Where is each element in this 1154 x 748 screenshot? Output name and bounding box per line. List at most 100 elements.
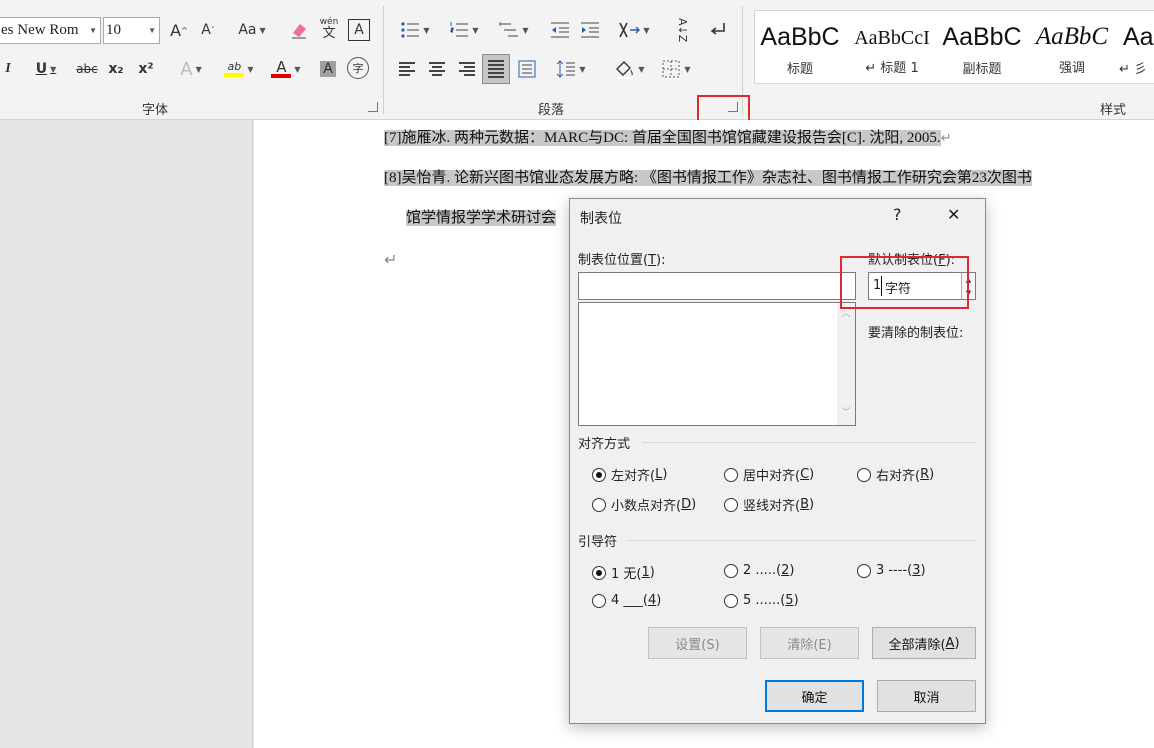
radio-align-center[interactable]: 居中对齐(C) — [724, 465, 814, 484]
style-item-emphasis[interactable]: AaBbC 强调 — [1029, 11, 1115, 83]
paragraph-mark: ↵ — [384, 252, 398, 269]
align-right-button[interactable] — [456, 56, 478, 82]
chevron-down-icon: ▼ — [247, 64, 254, 74]
bullets-button[interactable]: ▼ — [396, 17, 434, 43]
highlight-button[interactable]: ab ▼ — [218, 56, 260, 82]
radio-dot — [857, 563, 871, 578]
chevron-down-icon: ▼ — [643, 25, 650, 35]
chevron-down-icon[interactable]: ▼ — [89, 18, 97, 43]
decrease-indent-button[interactable] — [548, 17, 572, 43]
paint-bucket-icon — [615, 61, 634, 79]
align-center-button[interactable] — [426, 56, 448, 82]
divider — [642, 442, 976, 443]
tab-position-input[interactable] — [578, 272, 856, 300]
line-spacing-icon — [557, 60, 576, 78]
justify-button[interactable] — [482, 54, 510, 84]
radio-leader-underline[interactable]: 4 ___(4) — [592, 593, 661, 608]
underline-button[interactable]: U ▼ — [26, 56, 66, 82]
radio-leader-dots[interactable]: 2 .....(2) — [724, 563, 795, 578]
chevron-down-icon: ▼ — [195, 64, 202, 74]
font-color-bar — [271, 74, 292, 78]
radio-align-bar[interactable]: 竖线对齐(B) — [724, 495, 814, 514]
radio-dot — [724, 467, 738, 482]
multilevel-list-button[interactable]: ▼ — [494, 17, 534, 43]
help-button[interactable]: ? — [893, 205, 902, 224]
subscript-button[interactable]: x₂ — [105, 56, 127, 82]
set-button[interactable]: 设置(S) — [648, 627, 747, 659]
radio-dot — [724, 593, 738, 608]
borders-button[interactable]: ▼ — [656, 56, 696, 82]
radio-leader-dashes[interactable]: 3 ----(3) — [857, 563, 926, 578]
italic-button[interactable]: I — [0, 56, 16, 82]
doc-line-8[interactable]: [8]吴怡青. 论新兴图书馆业态发展方略: 《图书情报工作》杂志社、图书情报工作… — [384, 166, 1032, 187]
close-icon[interactable]: ✕ — [947, 205, 960, 224]
text-effects-button[interactable]: A ▼ — [172, 56, 210, 82]
clear-format-button[interactable] — [287, 17, 311, 43]
outdent-icon — [551, 22, 569, 38]
chevron-down-icon: ▼ — [472, 25, 479, 35]
doc-line-7[interactable]: [7]施雁冰. 两种元数据：MARC与DC: 首届全国图书馆馆藏建设报告会[C]… — [384, 126, 952, 147]
radio-align-decimal[interactable]: 小数点对齐(D) — [592, 495, 696, 514]
font-name-box[interactable]: es New Rom ▼ — [0, 17, 101, 44]
tab-position-label: 制表位位置(T): — [578, 253, 666, 268]
sort-button[interactable]: A↓Z — [670, 17, 694, 43]
strikethrough-button[interactable]: abc — [74, 56, 100, 82]
grow-font-button[interactable]: A ^ — [168, 17, 190, 43]
font-color-button[interactable]: A ▼ — [266, 56, 306, 82]
radio-leader-middle-dots[interactable]: 5 ......(5) — [724, 593, 799, 608]
clear-all-button[interactable]: 全部清除(A) — [872, 627, 976, 659]
align-left-button[interactable] — [396, 56, 418, 82]
chevron-down-icon: ▼ — [684, 64, 691, 74]
chevron-down-icon[interactable]: ﹀ — [837, 405, 855, 418]
chevron-down-icon: ▼ — [579, 64, 586, 74]
paragraph-mark-icon — [710, 23, 725, 35]
font-size-box[interactable]: 10 ▼ — [103, 17, 160, 44]
styles-group-label: 样式 — [1100, 103, 1127, 118]
dialog-title: 制表位 — [580, 211, 622, 227]
change-case-button[interactable]: Aa ▼ — [232, 17, 272, 43]
highlight-color-bar — [224, 73, 245, 77]
align-center-icon — [429, 62, 445, 76]
radio-dot — [592, 497, 606, 512]
style-item-heading1[interactable]: AaBbCcI ↵ 标题 1 — [849, 11, 935, 83]
enclose-char-button[interactable]: 字 — [347, 57, 369, 79]
numbering-button[interactable]: ▼ — [444, 17, 484, 43]
distributed-align-icon — [518, 60, 536, 78]
style-item-subtitle[interactable]: AaBbC 副标题 — [939, 11, 1025, 83]
style-item-title[interactable]: AaBbC 标题 — [755, 11, 845, 83]
radio-align-left[interactable]: 左对齐(L) — [592, 465, 667, 484]
shading-button[interactable]: ▼ — [608, 56, 650, 82]
chevron-down-icon[interactable]: ▼ — [148, 18, 156, 43]
shrink-font-button[interactable]: Aˇ — [197, 17, 219, 43]
font-group-label: 字体 — [142, 103, 169, 118]
numbered-list-icon — [450, 22, 469, 37]
cancel-button[interactable]: 取消 — [877, 680, 976, 712]
phonetic-guide-button[interactable]: wén 文 — [318, 15, 340, 41]
style-item-more[interactable]: Aa ↵ 彡 — [1119, 11, 1154, 83]
distributed-button[interactable] — [515, 56, 539, 82]
paragraph-group-label: 段落 — [538, 103, 565, 118]
char-shading-button[interactable]: A — [318, 56, 338, 82]
list-scrollbar[interactable]: ︿ ﹀ — [837, 303, 855, 425]
clear-button[interactable]: 清除(E) — [760, 627, 859, 659]
justify-icon — [488, 60, 504, 78]
divider — [628, 540, 976, 541]
multilevel-list-icon — [499, 22, 519, 37]
radio-dot — [592, 467, 606, 482]
show-marks-button[interactable] — [706, 17, 730, 43]
radio-leader-none[interactable]: 1 无(1) — [592, 563, 655, 582]
line-spacing-button[interactable]: ▼ — [551, 56, 591, 82]
tab-position-list[interactable]: ︿ ﹀ — [578, 302, 856, 426]
radio-dot — [592, 593, 606, 608]
superscript-button[interactable]: x² — [135, 56, 157, 82]
ok-button[interactable]: 确定 — [765, 680, 864, 712]
increase-indent-button[interactable] — [578, 17, 602, 43]
styles-gallery[interactable]: AaBbC 标题 AaBbCcI ↵ 标题 1 AaBbC 副标题 AaBbC … — [754, 10, 1154, 84]
radio-dot — [592, 565, 606, 580]
radio-align-right[interactable]: 右对齐(R) — [857, 465, 934, 484]
doc-line-8-cont[interactable]: 馆学情报学学术研讨会 — [406, 206, 557, 227]
text-direction-button[interactable]: ▼ — [614, 17, 654, 43]
font-dialog-launcher-icon[interactable] — [368, 102, 378, 112]
char-border-button[interactable]: A — [348, 19, 370, 41]
radio-dot — [857, 467, 871, 482]
